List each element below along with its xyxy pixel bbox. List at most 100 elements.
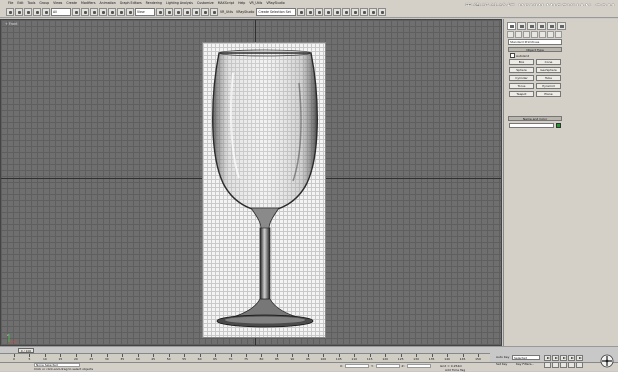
name-and-color-rollout[interactable]: Name and Color — [508, 116, 562, 121]
geometry-icon[interactable] — [507, 31, 514, 38]
menu-vraystudio[interactable]: VRayStudio — [266, 1, 284, 5]
systems-icon[interactable] — [555, 31, 562, 38]
menu-animation[interactable]: Animation — [100, 1, 116, 5]
create-tab-icon[interactable] — [507, 22, 516, 30]
ref-coord-dropdown[interactable]: View — [135, 7, 155, 16]
redo-icon[interactable] — [15, 7, 23, 16]
render-setup-icon[interactable] — [360, 7, 369, 16]
cone-button[interactable]: Cone — [536, 59, 561, 65]
utilities-tab-icon[interactable] — [557, 22, 566, 30]
pyramid-button[interactable]: Pyramid — [536, 83, 561, 89]
menu-maxscript[interactable]: MAXScript — [218, 1, 234, 5]
key-filters-button[interactable]: Key Filters... — [516, 362, 534, 366]
selection-filter-dropdown[interactable]: All — [51, 7, 71, 16]
menu-help[interactable]: Help — [238, 1, 245, 5]
helpers-icon[interactable] — [539, 31, 546, 38]
bind-space-warp-icon[interactable] — [42, 7, 50, 16]
menu-tools[interactable]: Tools — [28, 1, 36, 5]
motion-tab-icon[interactable] — [537, 22, 546, 30]
rendered-frame-window-icon[interactable] — [369, 7, 378, 16]
teapot-button[interactable]: Teapot — [509, 91, 534, 97]
field-of-view-icon[interactable] — [576, 362, 583, 368]
menu-group[interactable]: Group — [39, 1, 49, 5]
select-object-icon[interactable] — [72, 7, 80, 16]
undo-icon[interactable] — [6, 7, 14, 16]
box-button[interactable]: Box — [509, 59, 534, 65]
select-manipulate-icon[interactable] — [165, 7, 173, 16]
menu-file[interactable]: File — [8, 1, 13, 5]
tube-button[interactable]: Tube — [536, 75, 561, 81]
space-warps-icon[interactable] — [547, 31, 554, 38]
time-slider[interactable]: 0 / 100 — [0, 346, 618, 353]
reference-image-plane[interactable] — [202, 42, 326, 338]
hierarchy-tab-icon[interactable] — [527, 22, 536, 30]
z-coordinate-field[interactable] — [406, 364, 431, 368]
plane-button[interactable]: Plane — [536, 91, 561, 97]
angle-snap-icon[interactable] — [183, 7, 191, 16]
orbit-navigation-icon[interactable] — [600, 354, 614, 368]
sphere-button[interactable]: Sphere — [509, 67, 534, 73]
add-time-tag-button[interactable]: Add Time Tag — [445, 368, 465, 372]
menu-create[interactable]: Create — [66, 1, 77, 5]
named-selection-set-dropdown[interactable]: Create Selection Set — [256, 7, 297, 16]
zoom-icon[interactable] — [544, 362, 551, 368]
unlink-icon[interactable] — [33, 7, 41, 16]
go-to-end-icon[interactable] — [576, 355, 583, 361]
pan-icon[interactable] — [568, 362, 575, 368]
layer-manager-icon[interactable] — [315, 7, 324, 16]
align-icon[interactable] — [306, 7, 315, 16]
previous-frame-icon[interactable] — [552, 355, 559, 361]
auto-key-button[interactable]: Auto Key — [496, 355, 509, 359]
edit-named-selection-icon[interactable] — [210, 7, 218, 16]
rotate-icon[interactable] — [117, 7, 125, 16]
play-icon[interactable] — [560, 355, 567, 361]
key-selection-dropdown[interactable]: Selected — [512, 355, 540, 360]
menu-modifiers[interactable]: Modifiers — [81, 1, 96, 5]
y-coordinate-field[interactable] — [375, 364, 400, 368]
go-to-start-icon[interactable] — [544, 355, 551, 361]
vraystudio-label[interactable]: VRayStudio — [235, 10, 255, 14]
display-tab-icon[interactable] — [547, 22, 556, 30]
cameras-icon[interactable] — [531, 31, 538, 38]
selection-region-icon[interactable] — [90, 7, 98, 16]
object-name-field[interactable] — [509, 123, 554, 128]
lights-icon[interactable] — [523, 31, 530, 38]
graphite-tools-icon[interactable] — [324, 7, 333, 16]
curve-editor-icon[interactable] — [333, 7, 342, 16]
checkbox-icon[interactable] — [510, 53, 515, 58]
material-editor-icon[interactable] — [351, 7, 360, 16]
select-by-name-icon[interactable] — [81, 7, 89, 16]
zoom-extents-icon[interactable] — [560, 362, 567, 368]
cylinder-button[interactable]: Cylinder — [509, 75, 534, 81]
snaps-toggle-icon[interactable] — [174, 7, 182, 16]
pivot-center-icon[interactable] — [156, 7, 164, 16]
menu-views[interactable]: Views — [53, 1, 62, 5]
move-icon[interactable] — [108, 7, 116, 16]
menu-customize[interactable]: Customize — [197, 1, 214, 5]
menu-vr-utils[interactable]: VR_Utils — [249, 1, 262, 5]
modify-tab-icon[interactable] — [517, 22, 526, 30]
menu-graph-editors[interactable]: Graph Editors — [120, 1, 142, 5]
track-bar[interactable]: 0 5 10 15 20 25 30 35 40 45 50 55 60 65 70 75 80 85 90 95 10… — [0, 353, 490, 362]
front-viewport[interactable]: + Front z — [0, 19, 502, 346]
window-crossing-icon[interactable] — [99, 7, 107, 16]
link-icon[interactable] — [24, 7, 32, 16]
menu-rendering[interactable]: Rendering — [146, 1, 162, 5]
vr-utils-label[interactable]: VR_Utils — [219, 10, 234, 14]
object-category-dropdown[interactable]: Standard Primitives — [508, 39, 562, 45]
torus-button[interactable]: Torus — [509, 83, 534, 89]
set-key-button[interactable]: Set Key — [496, 362, 507, 366]
spinner-snap-icon[interactable] — [201, 7, 209, 16]
percent-snap-icon[interactable] — [192, 7, 200, 16]
menu-edit[interactable]: Edit — [17, 1, 23, 5]
object-color-swatch[interactable] — [556, 123, 561, 128]
autogrid-checkbox[interactable]: AutoGrid — [510, 53, 529, 58]
schematic-view-icon[interactable] — [342, 7, 351, 16]
mirror-icon[interactable] — [297, 7, 306, 16]
render-production-icon[interactable] — [378, 7, 387, 16]
next-frame-icon[interactable] — [568, 355, 575, 361]
x-coordinate-field[interactable] — [345, 364, 370, 368]
geosphere-button[interactable]: GeoSphere — [536, 67, 561, 73]
viewport-label[interactable]: + Front — [5, 22, 18, 26]
menu-lighting-analysis[interactable]: Lighting Analysis — [166, 1, 193, 5]
